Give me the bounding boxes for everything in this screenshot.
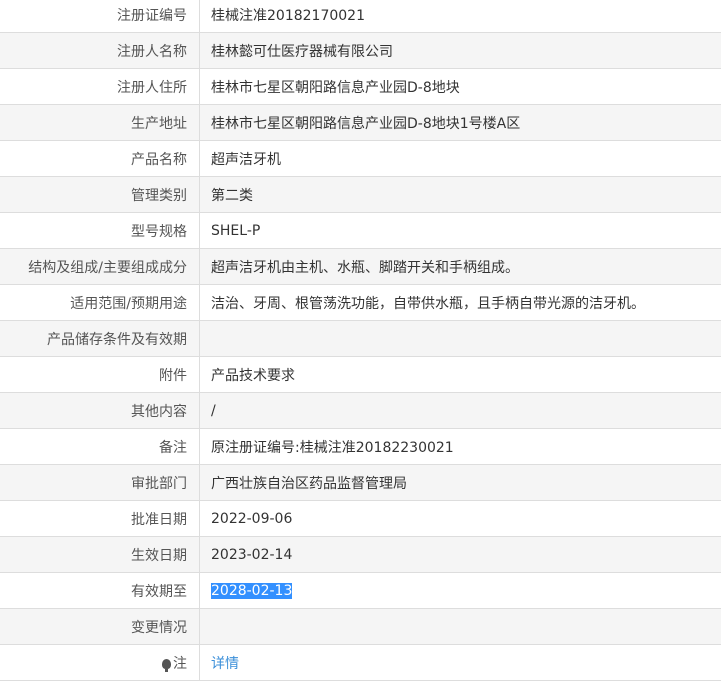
field-label: 批准日期 [0, 500, 200, 537]
field-value: 超声洁牙机 [199, 140, 721, 177]
table-row: 产品储存条件及有效期 [0, 320, 721, 357]
field-label: 产品储存条件及有效期 [0, 320, 200, 357]
field-value [199, 320, 721, 357]
field-value-text: 桂械注准20182170021 [211, 7, 365, 24]
field-value-text: 广西壮族自治区药品监督管理局 [211, 475, 407, 492]
table-row: 注册人住所 桂林市七星区朝阳路信息产业园D-8地块 [0, 68, 721, 105]
field-value: / [199, 392, 721, 429]
note-label: 注 [173, 655, 187, 672]
field-value-text: 2022-09-06 [211, 510, 293, 527]
field-label: 注册证编号 [0, 0, 200, 33]
field-value: 广西壮族自治区药品监督管理局 [199, 464, 721, 501]
table-row: 注册人名称 桂林懿可仕医疗器械有限公司 [0, 32, 721, 69]
field-value-text: 桂林懿可仕医疗器械有限公司 [211, 43, 393, 60]
field-value-text: / [211, 402, 216, 419]
field-value-text: 产品技术要求 [211, 367, 295, 384]
field-label: 其他内容 [0, 392, 200, 429]
table-row: 注册证编号 桂械注准20182170021 [0, 0, 721, 33]
table-row: 审批部门 广西壮族自治区药品监督管理局 [0, 464, 721, 501]
registration-detail-table: 注册证编号 桂械注准20182170021 注册人名称 桂林懿可仕医疗器械有限公司 注册… [0, 0, 721, 681]
table-row: 变更情况 [0, 608, 721, 645]
field-label: 有效期至 [0, 572, 200, 609]
field-label: 附件 [0, 356, 200, 393]
table-row: 适用范围/预期用途 洁治、牙周、根管荡洗功能，自带供水瓶，且手柄自带光源的洁牙机。 [0, 284, 721, 321]
lightbulb-icon [162, 658, 171, 672]
field-label: 备注 [0, 428, 200, 465]
field-label: 适用范围/预期用途 [0, 284, 200, 321]
table-row: 生效日期 2023-02-14 [0, 536, 721, 573]
field-value: 桂械注准20182170021 [199, 0, 721, 33]
field-value: 2023-02-14 [199, 536, 721, 573]
field-value: 产品技术要求 [199, 356, 721, 393]
table-row: 产品名称 超声洁牙机 [0, 140, 721, 177]
field-value-text: 洁治、牙周、根管荡洗功能，自带供水瓶，且手柄自带光源的洁牙机。 [211, 295, 645, 312]
table-row: 结构及组成/主要组成成分 超声洁牙机由主机、水瓶、脚踏开关和手柄组成。 [0, 248, 721, 285]
table-row: 有效期至 2028-02-13 [0, 572, 721, 609]
field-value: 2028-02-13 [199, 572, 721, 609]
field-value: 桂林市七星区朝阳路信息产业园D-8地块1号楼A区 [199, 104, 721, 141]
field-value: 洁治、牙周、根管荡洗功能，自带供水瓶，且手柄自带光源的洁牙机。 [199, 284, 721, 321]
field-label: 生效日期 [0, 536, 200, 573]
field-value-text: 2028-02-13 [211, 582, 293, 599]
field-value-text: 桂林市七星区朝阳路信息产业园D-8地块1号楼A区 [211, 115, 521, 132]
field-value-text: 第二类 [211, 187, 253, 204]
field-value-text: SHEL-P [211, 222, 261, 239]
field-label: 结构及组成/主要组成成分 [0, 248, 200, 285]
field-value: 原注册证编号:桂械注准20182230021 [199, 428, 721, 465]
field-value: 超声洁牙机由主机、水瓶、脚踏开关和手柄组成。 [199, 248, 721, 285]
field-value-text: 原注册证编号:桂械注准20182230021 [211, 439, 454, 456]
field-label: 审批部门 [0, 464, 200, 501]
field-value-text: 超声洁牙机 [211, 151, 281, 168]
field-value [199, 608, 721, 645]
table-row: 管理类别 第二类 [0, 176, 721, 213]
field-label: 管理类别 [0, 176, 200, 213]
field-value-text: 超声洁牙机由主机、水瓶、脚踏开关和手柄组成。 [211, 259, 519, 276]
field-label: 型号规格 [0, 212, 200, 249]
table-row: 批准日期 2022-09-06 [0, 500, 721, 537]
field-value-text: 桂林市七星区朝阳路信息产业园D-8地块 [211, 79, 460, 96]
table-row: 备注 原注册证编号:桂械注准20182230021 [0, 428, 721, 465]
table-row: 生产地址 桂林市七星区朝阳路信息产业园D-8地块1号楼A区 [0, 104, 721, 141]
note-label-cell: 注 [0, 644, 200, 681]
field-value: SHEL-P [199, 212, 721, 249]
table-row: 其他内容 / [0, 392, 721, 429]
field-value: 2022-09-06 [199, 500, 721, 537]
field-value-text: 2023-02-14 [211, 546, 293, 563]
table-row: 附件 产品技术要求 [0, 356, 721, 393]
field-label: 变更情况 [0, 608, 200, 645]
field-label: 注册人名称 [0, 32, 200, 69]
table-row-note: 注 详情 [0, 644, 721, 681]
field-label: 产品名称 [0, 140, 200, 177]
details-link[interactable]: 详情 [211, 656, 239, 672]
field-value: 桂林懿可仕医疗器械有限公司 [199, 32, 721, 69]
field-value: 第二类 [199, 176, 721, 213]
note-value-cell: 详情 [199, 644, 721, 681]
table-row: 型号规格 SHEL-P [0, 212, 721, 249]
field-label: 注册人住所 [0, 68, 200, 105]
field-label: 生产地址 [0, 104, 200, 141]
field-value: 桂林市七星区朝阳路信息产业园D-8地块 [199, 68, 721, 105]
